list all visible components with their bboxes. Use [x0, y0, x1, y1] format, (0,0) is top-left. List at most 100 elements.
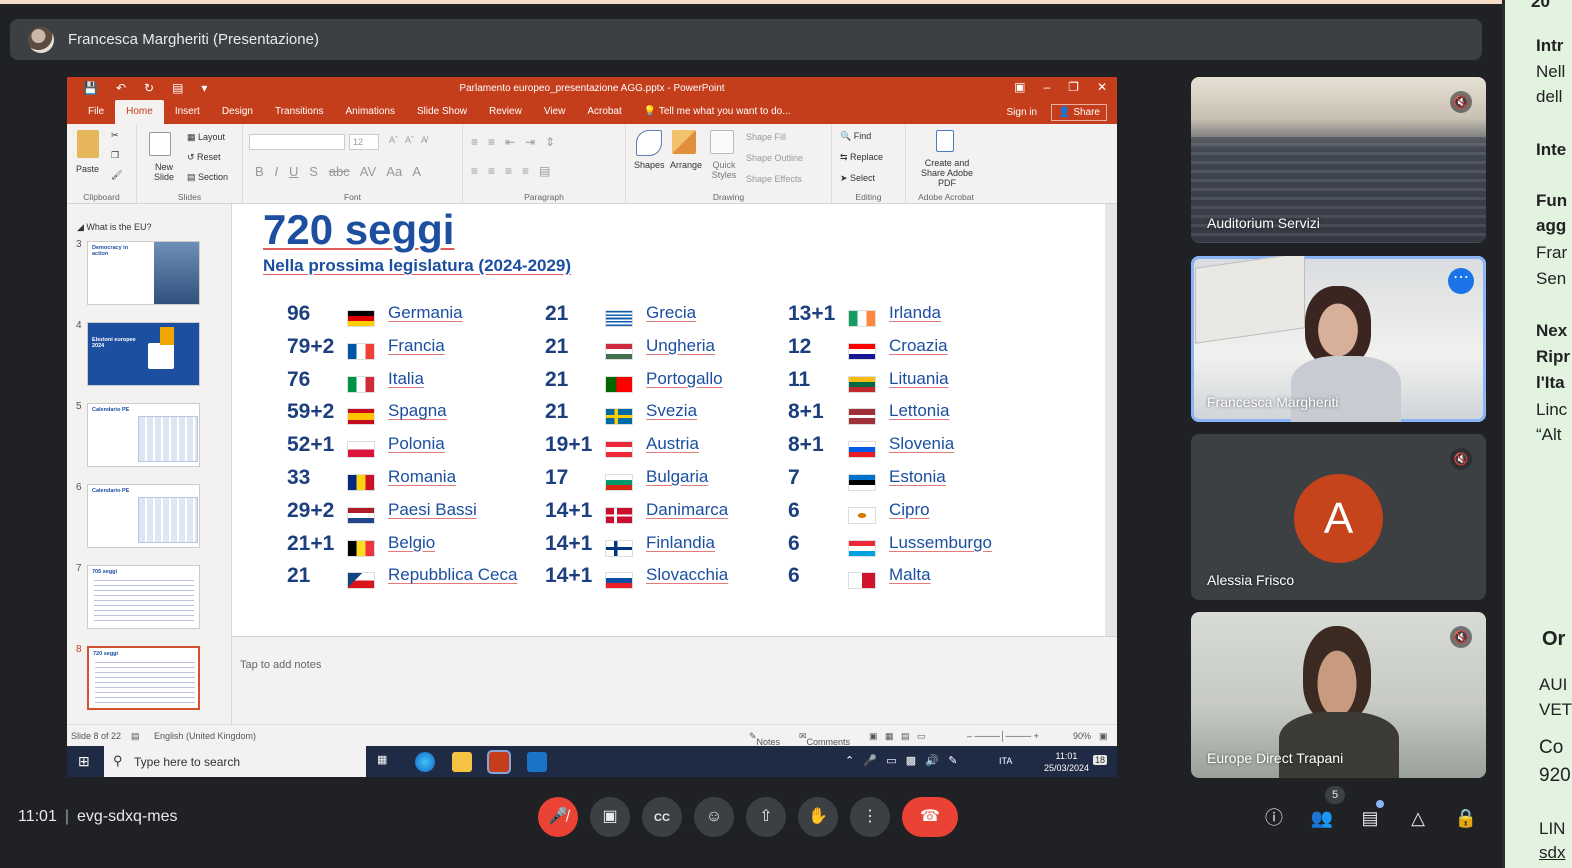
- share-button[interactable]: 👤 Share: [1051, 103, 1107, 121]
- taskbar-search-box[interactable]: ⚲ Type here to search: [104, 746, 366, 777]
- thumbnail-slide-6[interactable]: Calendario PE: [87, 484, 200, 548]
- thumbnail-slide-3[interactable]: Democracy in action: [87, 241, 200, 305]
- powerpoint-app-icon[interactable]: [487, 750, 511, 774]
- participant-tile-alessia[interactable]: A 🔇 Alessia Frisco: [1191, 434, 1486, 600]
- captions-button[interactable]: CC: [642, 797, 682, 837]
- microphone-toggle-button[interactable]: 🎤̸: [538, 797, 578, 837]
- shape-effects-button[interactable]: Shape Effects: [746, 174, 802, 184]
- reactions-button[interactable]: ☺: [694, 797, 734, 837]
- zoom-level[interactable]: 90%: [1073, 731, 1091, 741]
- participant-tile-europe-direct[interactable]: 🔇 Europe Direct Trapani: [1191, 612, 1486, 778]
- notes-pane[interactable]: Tap to add notes: [232, 636, 1117, 724]
- windows-start-icon[interactable]: ⊞: [78, 753, 90, 770]
- camera-toggle-button[interactable]: ▣: [590, 797, 630, 837]
- current-slide[interactable]: 720 seggi Nella prossima legislatura (20…: [232, 204, 1105, 636]
- tab-view[interactable]: View: [533, 100, 577, 124]
- file-explorer-icon[interactable]: [452, 752, 472, 772]
- flag-icon-fr: [347, 342, 375, 360]
- tab-acrobat[interactable]: Acrobat: [576, 100, 632, 124]
- thumbnail-slide-4[interactable]: Elezioni europee 2024: [87, 322, 200, 386]
- side-link[interactable]: sdx: [1539, 843, 1565, 863]
- reset-button[interactable]: ↺ Reset: [187, 152, 221, 163]
- comments-toggle[interactable]: ✉ Comments: [799, 731, 850, 747]
- outlook-app-icon[interactable]: [527, 752, 547, 772]
- input-language[interactable]: ITA: [999, 756, 1012, 766]
- close-icon[interactable]: ✕: [1097, 80, 1107, 94]
- select-button[interactable]: ➤ Select: [840, 173, 875, 184]
- host-controls-button[interactable]: 🔒: [1453, 805, 1479, 831]
- meeting-details-button[interactable]: ⓘ: [1261, 805, 1287, 831]
- thumbnail-slide-8-selected[interactable]: 720 seggi: [87, 646, 200, 710]
- language-indicator[interactable]: English (United Kingdom): [154, 731, 256, 741]
- participant-tile-francesca[interactable]: ⋯ Francesca Margheriti: [1191, 256, 1486, 422]
- shape-fill-button[interactable]: Shape Fill: [746, 132, 786, 142]
- new-slide-label[interactable]: New Slide: [149, 162, 179, 182]
- view-buttons[interactable]: ▣ ▦ ▤ ▭: [869, 731, 926, 742]
- leave-call-button[interactable]: ☎: [902, 797, 958, 837]
- section-title[interactable]: ◢ What is the EU?: [77, 222, 151, 233]
- tab-design[interactable]: Design: [211, 100, 264, 124]
- thumbnail-slide-5[interactable]: Calendario PE: [87, 403, 200, 467]
- section-button[interactable]: ▤ Section: [187, 172, 228, 183]
- seat-row: 29+2 Paesi Bassi: [287, 499, 527, 525]
- arrange-icon[interactable]: [672, 130, 696, 154]
- people-button[interactable]: 👥: [1309, 805, 1335, 831]
- more-options-button[interactable]: ⋯: [1448, 268, 1474, 294]
- ribbon-display-icon[interactable]: ▣: [1014, 80, 1025, 94]
- quick-styles-icon[interactable]: [710, 130, 734, 154]
- shapes-label[interactable]: Shapes: [634, 160, 665, 170]
- present-screen-button[interactable]: ⇧: [746, 797, 786, 837]
- edge-browser-icon[interactable]: [415, 752, 435, 772]
- list-icons[interactable]: ≡ ≡ ⇤ ⇥ ⇕: [471, 135, 555, 149]
- thumbnail-slide-7[interactable]: 705 seggi: [87, 565, 200, 629]
- arrange-label[interactable]: Arrange: [670, 160, 702, 170]
- taskbar-date: 25/03/2024: [1043, 763, 1089, 773]
- grow-font-icon[interactable]: Aˆ Aˇ A̸: [389, 135, 427, 145]
- tab-animations[interactable]: Animations: [335, 100, 406, 124]
- maximize-icon[interactable]: ❐: [1068, 80, 1079, 94]
- zoom-slider[interactable]: – ────│──── +: [967, 731, 1039, 741]
- tell-me-search[interactable]: 💡 Tell me what you want to do...: [633, 100, 802, 124]
- font-size-box[interactable]: 12: [349, 134, 379, 150]
- raise-hand-button[interactable]: ✋: [798, 797, 838, 837]
- layout-button[interactable]: ▦ Layout: [187, 132, 225, 143]
- new-slide-icon[interactable]: [149, 132, 171, 156]
- format-painter-icon[interactable]: 🖌: [111, 170, 122, 181]
- tray-icons[interactable]: ⌃ 🎤 ▭ ▩ 🔊 ✎: [845, 754, 957, 767]
- tab-insert[interactable]: Insert: [164, 100, 211, 124]
- minimize-icon[interactable]: –: [1043, 80, 1050, 94]
- text-format-icons[interactable]: B I U S abc AV Aa A: [255, 164, 421, 179]
- spellcheck-icon[interactable]: ▤: [131, 731, 140, 742]
- paste-label[interactable]: Paste: [76, 164, 99, 174]
- activities-button[interactable]: △: [1405, 805, 1431, 831]
- chat-button[interactable]: ▤: [1357, 805, 1383, 831]
- replace-button[interactable]: ⇆ Replace: [840, 152, 883, 163]
- sign-in-link[interactable]: Sign in: [1007, 107, 1038, 118]
- more-options-menu-button[interactable]: ⋮: [850, 797, 890, 837]
- side-text: Or: [1542, 628, 1566, 650]
- paste-icon[interactable]: [77, 130, 99, 158]
- copy-icon[interactable]: ❐: [111, 150, 119, 161]
- notification-count[interactable]: 18: [1092, 755, 1107, 765]
- tab-transitions[interactable]: Transitions: [264, 100, 335, 124]
- create-share-pdf-label[interactable]: Create and Share Adobe PDF: [912, 158, 982, 188]
- shape-outline-button[interactable]: Shape Outline: [746, 153, 803, 163]
- tab-home[interactable]: Home: [115, 100, 164, 124]
- adobe-pdf-icon[interactable]: [936, 130, 954, 152]
- shared-powerpoint-window: 💾 ↶ ↻ ▤ ▾ Parlamento europeo_presentazio…: [67, 77, 1117, 777]
- seat-count: 6: [788, 564, 800, 588]
- tab-file[interactable]: File: [77, 100, 115, 124]
- tab-review[interactable]: Review: [478, 100, 533, 124]
- tab-slide-show[interactable]: Slide Show: [406, 100, 478, 124]
- taskbar-clock[interactable]: 11:01 25/03/2024: [1044, 750, 1089, 774]
- cut-icon[interactable]: ✂: [111, 130, 119, 141]
- fit-to-window-icon[interactable]: ▣: [1099, 731, 1108, 742]
- quick-styles-label[interactable]: Quick Styles: [710, 160, 738, 180]
- shapes-icon[interactable]: [636, 130, 662, 156]
- notes-toggle[interactable]: ✎ Notes: [749, 731, 780, 747]
- font-name-box[interactable]: [249, 134, 345, 150]
- align-icons[interactable]: ≡ ≡ ≡ ≡ ▤: [471, 164, 550, 178]
- task-view-icon[interactable]: ▦: [377, 753, 387, 766]
- find-button[interactable]: 🔍 Find: [840, 131, 871, 142]
- participant-tile-auditorium[interactable]: 🔇 Auditorium Servizi: [1191, 77, 1486, 243]
